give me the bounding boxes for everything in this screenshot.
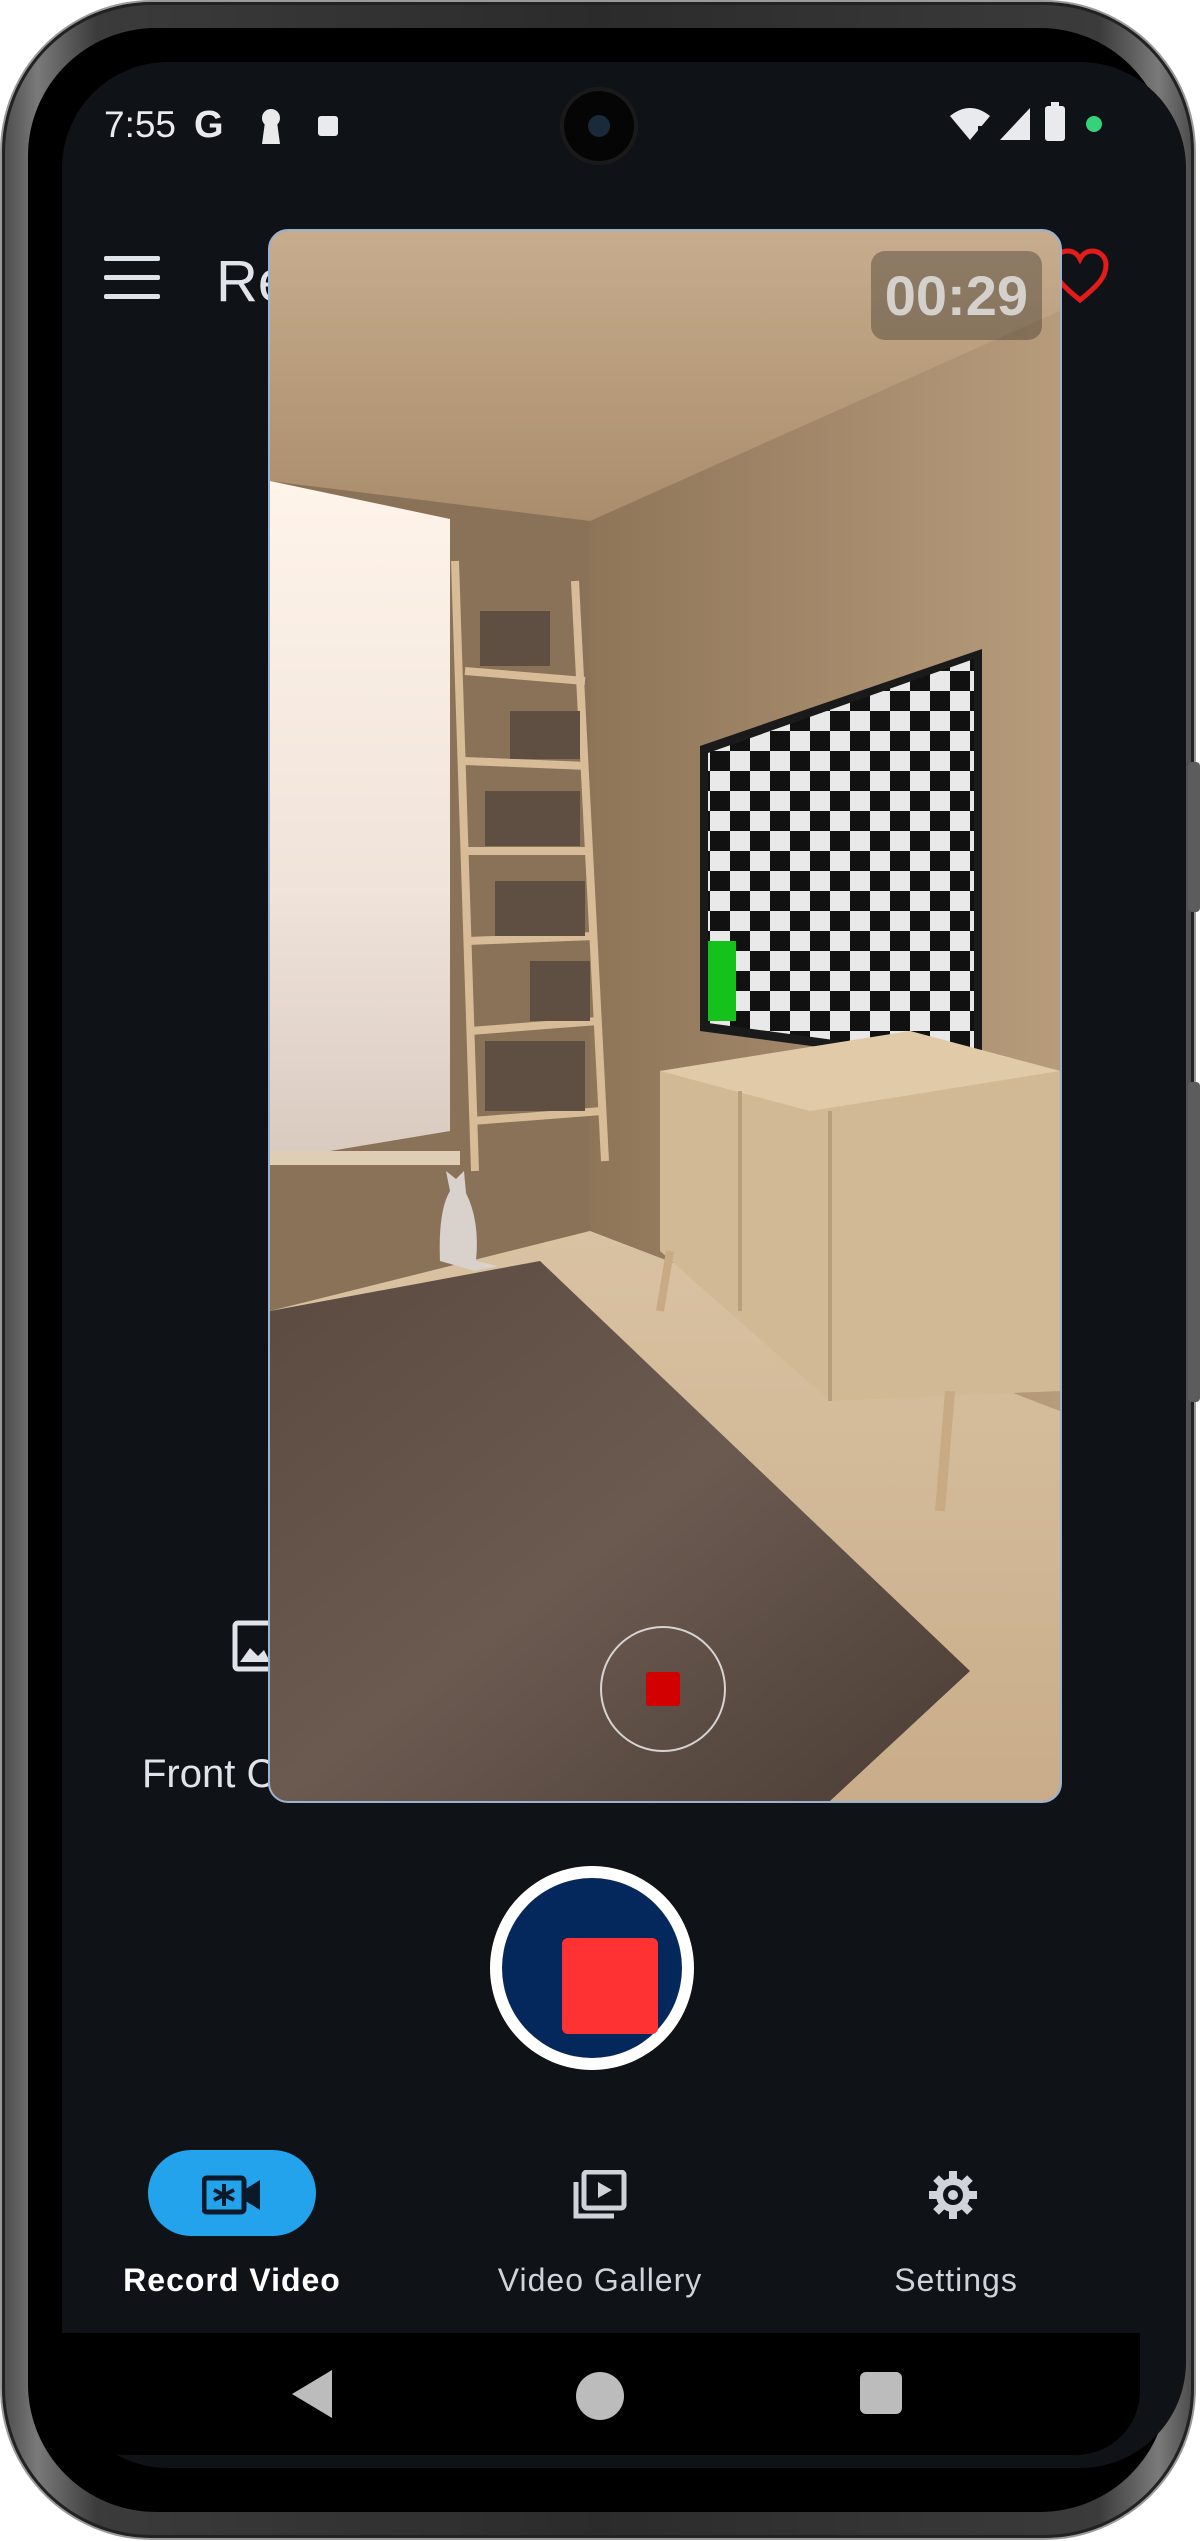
stop-recording-button[interactable] (490, 1866, 694, 2070)
nav-item-settings[interactable]: Settings (780, 2150, 1140, 2300)
stop-square-icon (318, 116, 338, 136)
stop-square-icon (646, 1672, 680, 1706)
back-icon[interactable] (292, 2370, 332, 2418)
video-library-icon (573, 2170, 627, 2219)
volume-button (1188, 1082, 1200, 1402)
keyhole-icon (262, 109, 280, 144)
video-camera-icon (202, 2175, 260, 2215)
camera-preview-overlay[interactable]: 00:29 (268, 229, 1062, 1803)
front-camera (564, 91, 634, 161)
gear-icon (929, 2171, 977, 2219)
nav-item-record-video[interactable]: Record Video (60, 2150, 420, 2300)
preview-stop-button[interactable] (600, 1626, 726, 1752)
nav-label-record-video: Record Video (123, 2262, 341, 2298)
camera-feed-image (270, 231, 1060, 1801)
google-g-icon: G (194, 104, 224, 146)
wifi-icon (950, 108, 990, 141)
nav-item-video-gallery[interactable]: Video Gallery (420, 2150, 780, 2300)
front-camera-label: Front C (142, 1752, 276, 1796)
nav-label-video-gallery: Video Gallery (497, 2262, 703, 2298)
recents-icon[interactable] (860, 2372, 902, 2414)
status-time: 7:55 (104, 104, 177, 145)
record-button-ring (502, 1878, 682, 2058)
privacy-dot-icon (1086, 116, 1102, 132)
power-button (1188, 762, 1200, 912)
hamburger-menu-icon[interactable] (104, 256, 160, 302)
battery-icon (1045, 102, 1065, 141)
signal-icon (1000, 108, 1030, 140)
nav-label-settings: Settings (894, 2262, 1018, 2298)
stop-square-icon (562, 1938, 658, 2034)
recording-timer: 00:29 (870, 251, 1042, 340)
home-icon[interactable] (576, 2372, 624, 2420)
